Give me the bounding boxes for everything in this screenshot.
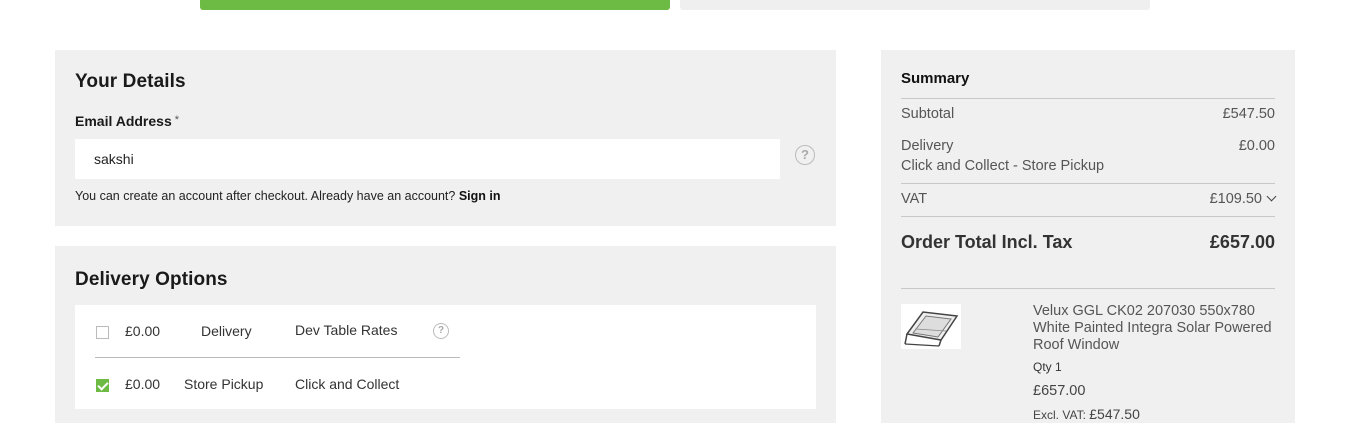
- sign-in-link[interactable]: Sign in: [459, 189, 501, 203]
- product-name[interactable]: Velux GGL CK02 207030 550x780 White Pain…: [1033, 303, 1273, 354]
- store-pickup-carrier: Click and Collect: [295, 376, 400, 392]
- delivery-option-checkbox[interactable]: [96, 326, 109, 339]
- vat-row[interactable]: VAT £109.50: [901, 191, 1277, 207]
- vat-value-toggle[interactable]: £109.50: [1209, 191, 1277, 207]
- order-total-value: £657.00: [1209, 232, 1275, 252]
- vat-label: VAT: [901, 191, 928, 207]
- subtotal-label: Subtotal: [901, 106, 955, 122]
- excl-vat-label: Excl. VAT:: [1033, 408, 1086, 422]
- summary-divider: [901, 288, 1275, 289]
- product-thumbnail: [901, 304, 961, 349]
- summary-title: Summary: [901, 70, 970, 87]
- account-note-text: You can create an account after checkout…: [75, 189, 456, 203]
- order-total-label: Order Total Incl. Tax: [901, 232, 1073, 252]
- delivery-option-carrier: Dev Table Rates: [295, 322, 398, 338]
- delivery-help-icon[interactable]: ?: [433, 323, 449, 339]
- your-details-panel: Your Details Email Address* ? You can cr…: [55, 50, 836, 226]
- summary-divider: [901, 216, 1275, 217]
- subtotal-row: Subtotal £547.50: [901, 106, 1275, 122]
- product-price: £657.00: [1033, 383, 1086, 399]
- product-price-excl-vat: Excl. VAT: £547.50: [1033, 406, 1140, 422]
- order-total-row: Order Total Incl. Tax £657.00: [901, 232, 1275, 253]
- email-label: Email Address *: [75, 113, 179, 129]
- store-pickup-checkbox[interactable]: [96, 379, 109, 392]
- required-marker: *: [174, 114, 180, 126]
- delivery-options-panel: Delivery Options £0.00 Delivery Dev Tabl…: [55, 246, 836, 423]
- excl-vat-value: £547.50: [1089, 406, 1140, 422]
- email-label-text: Email Address: [75, 113, 172, 129]
- summary-divider: [901, 183, 1275, 184]
- delivery-value: £0.00: [1238, 138, 1275, 154]
- chevron-down-icon: [1266, 191, 1277, 202]
- roof-window-image: [904, 311, 959, 347]
- store-pickup-method: Store Pickup: [184, 376, 264, 392]
- delivery-label: Delivery: [901, 138, 954, 154]
- account-note: You can create an account after checkout…: [75, 189, 501, 203]
- subtotal-value: £547.50: [1222, 106, 1275, 122]
- progress-step-completed: [200, 0, 670, 10]
- option-divider: [95, 357, 460, 358]
- delivery-options-title: Delivery Options: [75, 269, 228, 290]
- email-field[interactable]: [75, 139, 780, 179]
- product-qty: Qty 1: [1033, 360, 1062, 374]
- summary-divider: [901, 98, 1275, 99]
- order-summary-panel: Summary Subtotal £547.50 Delivery £0.00 …: [881, 50, 1295, 423]
- delivery-method: Click and Collect - Store Pickup: [901, 158, 1105, 174]
- email-help-icon[interactable]: ?: [795, 145, 815, 165]
- delivery-row: Delivery £0.00: [901, 138, 1275, 154]
- vat-value: £109.50: [1209, 191, 1262, 207]
- delivery-options-list: £0.00 Delivery Dev Table Rates ? £0.00 S…: [75, 305, 816, 409]
- delivery-option-price: £0.00: [125, 323, 161, 339]
- your-details-title: Your Details: [75, 71, 186, 92]
- store-pickup-price: £0.00: [125, 376, 161, 392]
- delivery-option-method: Delivery: [201, 323, 252, 339]
- progress-step-pending: [680, 0, 1150, 10]
